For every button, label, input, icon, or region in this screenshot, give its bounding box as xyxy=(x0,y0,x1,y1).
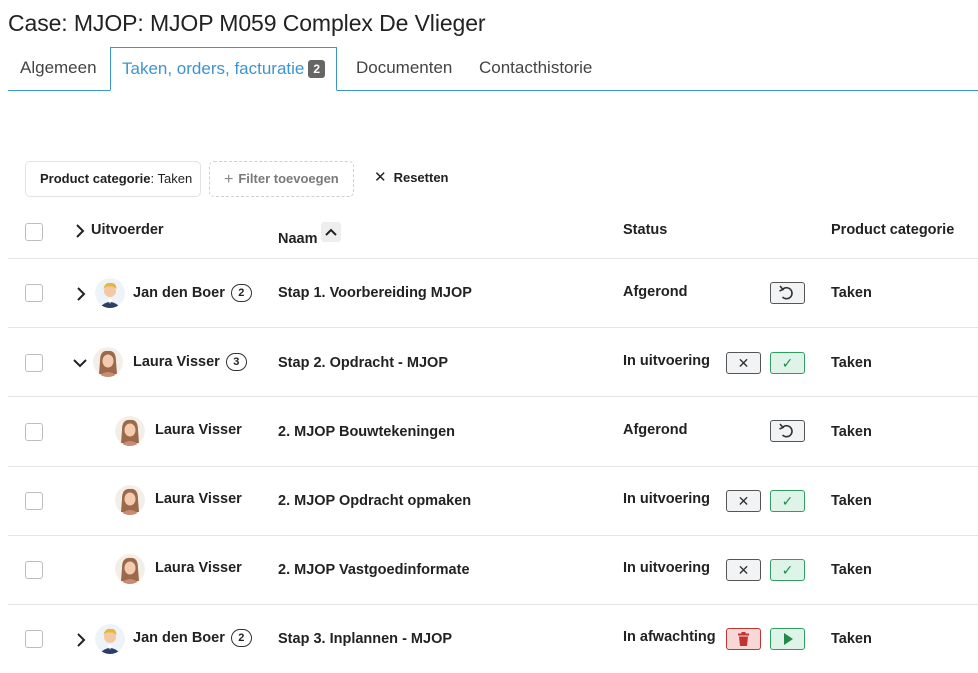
plus-icon: + xyxy=(224,171,234,188)
complete-task-button[interactable]: ✓ xyxy=(770,559,805,581)
tab-documenten[interactable]: Documenten xyxy=(356,47,452,91)
close-icon: ✕ xyxy=(737,493,750,509)
trash-icon xyxy=(727,629,760,649)
avatar-jan-den-boer xyxy=(95,278,125,308)
task-name[interactable]: Stap 3. Inplannen - MJOP xyxy=(278,631,452,647)
tab-label: Contacthistorie xyxy=(479,58,593,77)
task-status: Afgerond xyxy=(623,284,688,300)
task-name[interactable]: 2. MJOP Vastgoedinformate xyxy=(278,562,470,578)
task-category: Taken xyxy=(831,285,872,301)
row-divider xyxy=(8,396,978,397)
task-category: Taken xyxy=(831,631,872,647)
uitvoerder-name: Jan den Boer 2 xyxy=(133,284,252,302)
row-checkbox[interactable] xyxy=(25,561,43,579)
row-checkbox[interactable] xyxy=(25,492,43,510)
row-checkbox[interactable] xyxy=(25,354,43,372)
column-header-naam[interactable]: Naam xyxy=(278,222,341,247)
task-category: Taken xyxy=(831,424,872,440)
row-checkbox[interactable] xyxy=(25,284,43,302)
chevron-right-icon[interactable] xyxy=(76,632,86,648)
person-name: Laura Visser xyxy=(155,491,242,507)
task-status: In uitvoering xyxy=(623,491,710,507)
select-all-checkbox[interactable] xyxy=(25,223,43,241)
task-status: In uitvoering xyxy=(623,353,710,369)
close-icon: ✕ xyxy=(374,169,387,186)
subtask-count-badge: 2 xyxy=(230,284,252,302)
uitvoerder-name: Jan den Boer 2 xyxy=(133,629,252,647)
tab-contacthistorie[interactable]: Contacthistorie xyxy=(479,47,592,91)
subtask-count-badge: 3 xyxy=(225,353,247,371)
person-name: Laura Visser xyxy=(155,422,242,438)
task-status: Afgerond xyxy=(623,422,688,438)
column-header-product-categorie[interactable]: Product categorie xyxy=(831,222,954,238)
row-checkbox[interactable] xyxy=(25,630,43,648)
chevron-right-icon[interactable] xyxy=(75,223,85,239)
task-status: In afwachting xyxy=(623,629,716,645)
chevron-down-icon[interactable] xyxy=(72,358,88,368)
column-header-uitvoerder[interactable]: Uitvoerder xyxy=(91,222,164,238)
row-divider xyxy=(8,327,978,328)
add-filter-button[interactable]: + Filter toevoegen xyxy=(209,161,354,197)
close-icon: ✕ xyxy=(737,562,750,578)
add-filter-label: Filter toevoegen xyxy=(238,171,339,186)
play-icon xyxy=(771,629,804,649)
close-icon: ✕ xyxy=(737,355,750,371)
cancel-task-button[interactable]: ✕ xyxy=(726,352,761,374)
avatar-laura-visser xyxy=(115,554,145,584)
task-category: Taken xyxy=(831,493,872,509)
task-status: In uitvoering xyxy=(623,560,710,576)
tab-label: Taken, orders, facturatie xyxy=(122,59,305,78)
task-category: Taken xyxy=(831,562,872,578)
undo-icon xyxy=(771,283,804,303)
task-name[interactable]: 2. MJOP Bouwtekeningen xyxy=(278,424,455,440)
person-name: Jan den Boer xyxy=(133,285,225,301)
filter-key: Product categorie xyxy=(40,171,151,186)
column-header-status[interactable]: Status xyxy=(623,222,667,238)
start-task-button[interactable] xyxy=(770,628,805,650)
delete-task-button[interactable] xyxy=(726,628,761,650)
tab-label: Documenten xyxy=(356,58,453,77)
task-name[interactable]: Stap 2. Opdracht - MJOP xyxy=(278,355,448,371)
row-divider xyxy=(8,604,978,605)
tab-algemeen[interactable]: Algemeen xyxy=(20,47,97,91)
undo-icon xyxy=(771,421,804,441)
task-category: Taken xyxy=(831,355,872,371)
row-divider xyxy=(8,535,978,536)
complete-task-button[interactable]: ✓ xyxy=(770,490,805,512)
person-name: Jan den Boer xyxy=(133,630,225,646)
column-header-label: Naam xyxy=(278,231,318,247)
task-name[interactable]: 2. MJOP Opdracht opmaken xyxy=(278,493,471,509)
tab-bar: Algemeen Taken, orders, facturatie 2 Docu… xyxy=(8,47,978,91)
subtask-count-badge: 2 xyxy=(230,629,252,647)
tab-count-badge: 2 xyxy=(308,60,326,78)
page-title: Case: MJOP: MJOP M059 Complex De Vlieger xyxy=(8,10,486,36)
complete-task-button[interactable]: ✓ xyxy=(770,352,805,374)
check-icon: ✓ xyxy=(781,493,794,509)
avatar-laura-visser xyxy=(115,416,145,446)
row-divider xyxy=(8,466,978,467)
person-name: Laura Visser xyxy=(155,560,242,576)
avatar-laura-visser xyxy=(93,347,123,377)
avatar-jan-den-boer xyxy=(95,624,125,654)
undo-button[interactable] xyxy=(770,420,805,442)
check-icon: ✓ xyxy=(781,562,794,578)
cancel-task-button[interactable]: ✕ xyxy=(726,490,761,512)
row-checkbox[interactable] xyxy=(25,423,43,441)
sort-ascending-icon[interactable] xyxy=(320,222,341,242)
tab-taken-orders-facturatie[interactable]: Taken, orders, facturatie 2 xyxy=(110,47,338,91)
filter-value: Taken xyxy=(157,171,193,186)
row-divider xyxy=(8,258,978,259)
check-icon: ✓ xyxy=(781,355,794,371)
avatar-laura-visser xyxy=(115,485,145,515)
reset-filters-button[interactable]: ✕ Resetten xyxy=(372,161,449,197)
cancel-task-button[interactable]: ✕ xyxy=(726,559,761,581)
uitvoerder-name: Laura Visser 3 xyxy=(133,353,247,371)
chevron-right-icon[interactable] xyxy=(76,286,86,302)
person-name: Laura Visser xyxy=(133,354,220,370)
undo-button[interactable] xyxy=(770,282,805,304)
reset-label: Resetten xyxy=(393,170,449,185)
task-name[interactable]: Stap 1. Voorbereiding MJOP xyxy=(278,285,472,301)
filter-chip-product-categorie[interactable]: Product categorie: Taken xyxy=(25,161,201,197)
tab-label: Algemeen xyxy=(20,58,97,77)
